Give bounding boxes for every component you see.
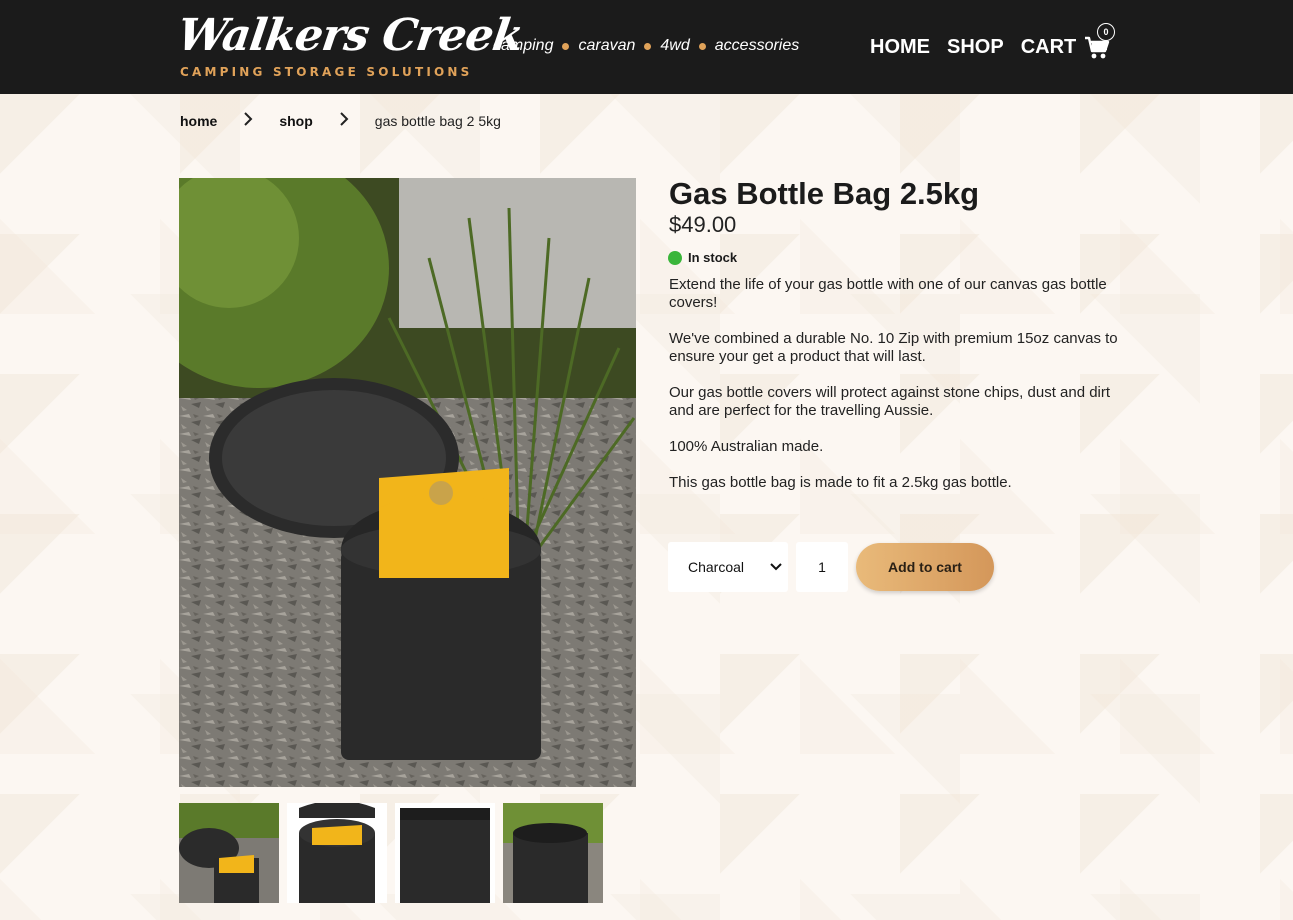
color-select[interactable]: Charcoal <box>668 542 788 592</box>
nav-cart[interactable]: CART <box>1021 34 1111 60</box>
description-paragraph: We've combined a durable No. 10 Zip with… <box>669 330 1118 365</box>
breadcrumb-current: gas bottle bag 2 5kg <box>374 112 501 129</box>
category-link-accessories[interactable]: accessories <box>715 37 799 55</box>
category-link-camping[interactable]: camping <box>493 37 553 55</box>
description-paragraph: Our gas bottle covers will protect again… <box>669 384 1111 419</box>
add-to-cart-button[interactable]: Add to cart <box>856 543 994 591</box>
category-link-4wd[interactable]: 4wd <box>660 37 689 55</box>
stock-status: In stock <box>668 250 1124 265</box>
product-thumbnails <box>179 803 603 903</box>
cart-count-badge: 0 <box>1097 23 1115 41</box>
logo-wordmark: Walkers Creek <box>174 10 526 61</box>
in-stock-icon <box>668 250 682 265</box>
product-title: Gas Bottle Bag 2.5kg <box>669 176 980 211</box>
main-nav: HOME SHOP CART <box>870 34 1110 60</box>
color-select-value: Charcoal <box>688 559 745 575</box>
chevron-down-icon <box>770 563 782 571</box>
category-separator-dot <box>698 42 706 50</box>
category-nav: camping caravan 4wd accessories <box>493 37 799 55</box>
breadcrumb-home[interactable]: home <box>180 113 217 129</box>
site-header: Walkers Creek CAMPING STORAGE SOLUTIONS … <box>0 0 1293 94</box>
chevron-right-icon <box>339 112 349 129</box>
thumbnail-1[interactable] <box>179 803 279 903</box>
description-paragraph: 100% Australian made. <box>669 438 824 455</box>
nav-home[interactable]: HOME <box>870 36 930 59</box>
nav-cart-label[interactable]: CART <box>1021 36 1077 59</box>
breadcrumb-shop[interactable]: shop <box>279 113 312 129</box>
purchase-form: Charcoal 1 Add to cart <box>668 542 994 592</box>
product-details: Gas Bottle Bag 2.5kg $49.00 In stock Ext… <box>668 176 1124 510</box>
thumbnail-2[interactable] <box>287 803 387 903</box>
site-logo[interactable]: Walkers Creek CAMPING STORAGE SOLUTIONS <box>174 10 525 82</box>
thumbnail-4[interactable] <box>503 803 603 903</box>
description-paragraph: Extend the life of your gas bottle with … <box>669 276 1107 311</box>
category-link-caravan[interactable]: caravan <box>578 37 635 55</box>
category-separator-dot <box>562 42 570 50</box>
breadcrumb: home shop gas bottle bag 2 5kg <box>180 112 501 129</box>
product-description: Extend the life of your gas bottle with … <box>669 276 1124 492</box>
description-paragraph: This gas bottle bag is made to fit a 2.5… <box>669 474 1012 491</box>
category-separator-dot <box>644 42 652 50</box>
gas-bottle-bag-photo <box>179 178 636 787</box>
nav-shop[interactable]: SHOP <box>947 36 1004 59</box>
product-price: $49.00 <box>669 212 737 237</box>
stock-label: In stock <box>688 250 738 265</box>
logo-tagline: CAMPING STORAGE SOLUTIONS <box>180 65 473 79</box>
chevron-right-icon <box>243 112 253 129</box>
quantity-input[interactable]: 1 <box>796 542 848 592</box>
thumbnail-3[interactable] <box>395 803 495 903</box>
product-main-image[interactable] <box>179 178 636 787</box>
